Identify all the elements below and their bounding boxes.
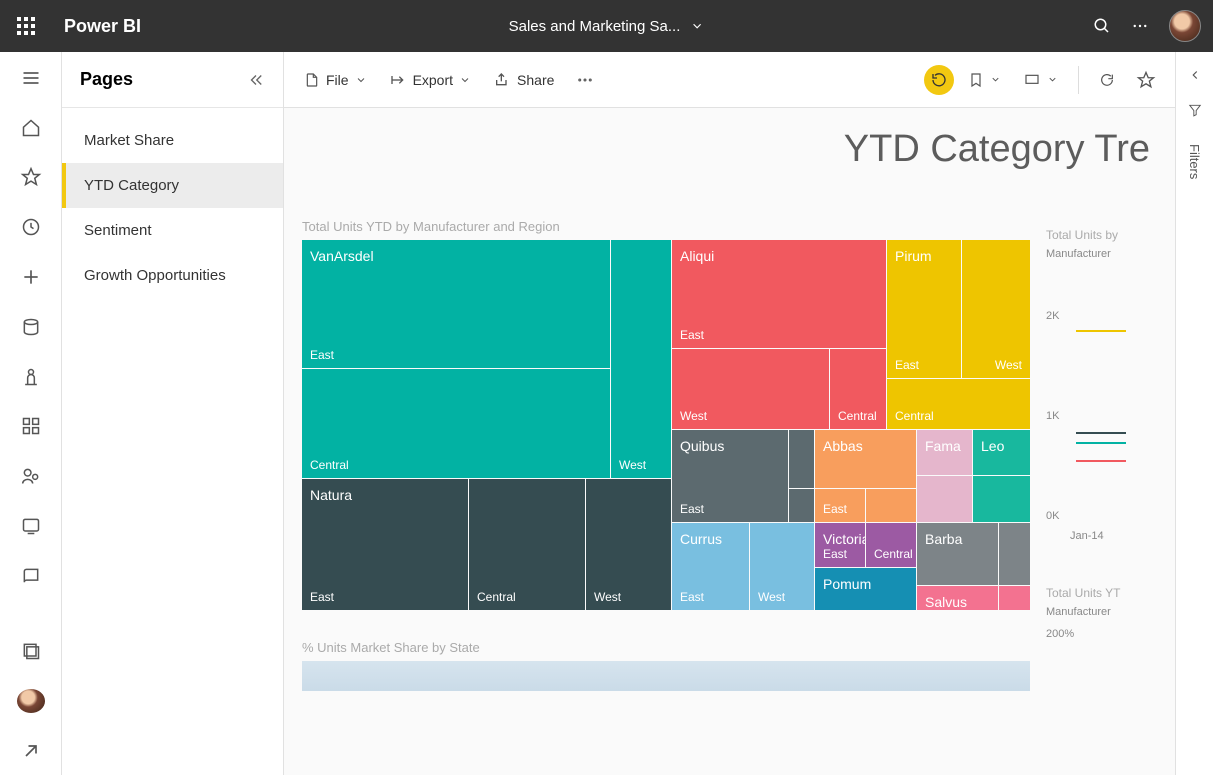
pages-pane: Pages Market Share YTD Category Sentimen…: [62, 52, 284, 775]
bookmark-menu[interactable]: [960, 66, 1009, 94]
ytick-2k: 2K: [1046, 310, 1156, 322]
map-visual[interactable]: [302, 661, 1030, 691]
side-chart-1-title: Total Units by: [1046, 228, 1156, 242]
treemap-cell[interactable]: East: [815, 489, 865, 522]
file-label: File: [326, 72, 349, 88]
side-chart-1-legend: Manufacturer: [1046, 248, 1156, 260]
treemap-cell[interactable]: Central: [830, 349, 886, 429]
reset-button[interactable]: [924, 65, 954, 95]
command-bar: File Export Share: [284, 52, 1175, 108]
workspace-dropdown[interactable]: Sales and Marketing Sa...: [509, 18, 705, 35]
nav-learn-button[interactable]: [11, 514, 51, 538]
more-icon[interactable]: [1131, 17, 1149, 35]
treemap-cell[interactable]: Abbas: [815, 430, 916, 488]
treemap-cell[interactable]: Central: [887, 379, 1030, 429]
treemap-cell[interactable]: QuibusEast: [672, 430, 788, 522]
treemap-cell[interactable]: [789, 430, 814, 488]
file-menu[interactable]: File: [296, 66, 375, 94]
waffle-icon: [17, 17, 35, 35]
nav-workspaces-button[interactable]: [11, 564, 51, 588]
app-launcher-button[interactable]: [0, 0, 52, 52]
ytick-1k: 1K: [1046, 410, 1156, 422]
pages-header: Pages: [62, 52, 283, 108]
collapse-pane-icon[interactable]: [247, 71, 265, 89]
treemap-cell[interactable]: [789, 489, 814, 522]
pages-title: Pages: [80, 69, 133, 90]
treemap-cell[interactable]: Barba: [917, 523, 998, 585]
nav-hamburger-button[interactable]: [11, 66, 51, 90]
filters-pane-collapsed: Filters: [1175, 52, 1213, 775]
page-item-ytd-category[interactable]: YTD Category: [62, 163, 283, 208]
treemap-cell[interactable]: Central: [866, 523, 916, 567]
page-item-growth-opportunities[interactable]: Growth Opportunities: [62, 253, 283, 298]
treemap-cell[interactable]: West: [962, 240, 1030, 378]
treemap-visual[interactable]: VanArsdelEast Central West NaturaEast Ce…: [302, 240, 1030, 610]
treemap-cell[interactable]: [917, 476, 972, 522]
side-chart-2-legend: Manufacturer: [1046, 606, 1156, 618]
treemap-cell[interactable]: Fama: [917, 430, 972, 475]
report-content: File Export Share: [284, 52, 1175, 775]
top-bar: Power BI Sales and Marketing Sa...: [0, 0, 1213, 52]
treemap-cell[interactable]: CurrusEast: [672, 523, 749, 610]
expand-filters-icon[interactable]: [1188, 68, 1202, 87]
treemap-cell[interactable]: AliquiEast: [672, 240, 886, 348]
view-menu[interactable]: [1015, 66, 1066, 94]
treemap-cell[interactable]: Central: [469, 479, 585, 610]
report-title: YTD Category Tre: [302, 128, 1158, 171]
nav-datasets-button[interactable]: [11, 315, 51, 339]
nav-create-button[interactable]: [11, 265, 51, 289]
treemap-cell[interactable]: West: [750, 523, 814, 610]
xtick-jan14: Jan-14: [1070, 530, 1156, 542]
nav-apps-button[interactable]: [11, 414, 51, 438]
filters-applied-icon[interactable]: [1188, 103, 1202, 122]
nav-profile-avatar[interactable]: [17, 689, 45, 713]
treemap-cell[interactable]: [999, 586, 1030, 610]
treemap-cell[interactable]: VictoriaEast: [815, 523, 865, 567]
treemap-cell[interactable]: [999, 523, 1030, 585]
treemap-cell[interactable]: VanArsdelEast: [302, 240, 610, 368]
treemap-cell[interactable]: PirumEast: [887, 240, 961, 378]
side-chart-2-title: Total Units YT: [1046, 586, 1156, 600]
export-label: Export: [413, 72, 453, 88]
pages-list: Market Share YTD Category Sentiment Grow…: [62, 108, 283, 298]
favorite-button[interactable]: [1129, 65, 1163, 95]
pct-200: 200%: [1046, 628, 1156, 640]
nav-shared-button[interactable]: [11, 464, 51, 488]
nav-goals-button[interactable]: [11, 365, 51, 389]
share-label: Share: [517, 72, 554, 88]
export-menu[interactable]: Export: [381, 66, 479, 94]
share-button[interactable]: Share: [485, 66, 562, 94]
more-commands-button[interactable]: [568, 65, 602, 95]
page-item-sentiment[interactable]: Sentiment: [62, 208, 283, 253]
nav-home-button[interactable]: [11, 116, 51, 140]
treemap-cell[interactable]: West: [611, 240, 671, 478]
side-charts: Total Units by Manufacturer 2K 1K 0K Jan…: [1046, 228, 1156, 648]
treemap-title: Total Units YTD by Manufacturer and Regi…: [302, 219, 1175, 234]
treemap-cell[interactable]: West: [672, 349, 829, 429]
treemap-cell[interactable]: [973, 476, 1030, 522]
refresh-button[interactable]: [1091, 66, 1123, 94]
treemap-cell[interactable]: Central: [302, 369, 610, 478]
nav-favorites-button[interactable]: [11, 166, 51, 190]
ytick-0k: 0K: [1046, 510, 1156, 522]
treemap-cell[interactable]: NaturaEast: [302, 479, 468, 610]
nav-my-workspace-button[interactable]: [11, 640, 51, 664]
treemap-cell[interactable]: Pomum: [815, 568, 916, 610]
treemap-cell[interactable]: Leo: [973, 430, 1030, 475]
chevron-down-icon: [690, 19, 704, 33]
search-icon[interactable]: [1093, 17, 1111, 35]
treemap-cell[interactable]: Salvus: [917, 586, 998, 610]
brand-label: Power BI: [64, 16, 141, 37]
filters-label[interactable]: Filters: [1187, 144, 1202, 179]
treemap-cell[interactable]: West: [586, 479, 671, 610]
nav-recent-button[interactable]: [11, 215, 51, 239]
workspace-name: Sales and Marketing Sa...: [509, 18, 681, 35]
page-item-market-share[interactable]: Market Share: [62, 118, 283, 163]
user-avatar[interactable]: [1169, 10, 1201, 42]
map-title: % Units Market Share by State: [302, 640, 1175, 655]
nav-external-link-button[interactable]: [11, 739, 51, 763]
left-nav-rail: [0, 52, 62, 775]
treemap-cell[interactable]: [866, 489, 916, 522]
